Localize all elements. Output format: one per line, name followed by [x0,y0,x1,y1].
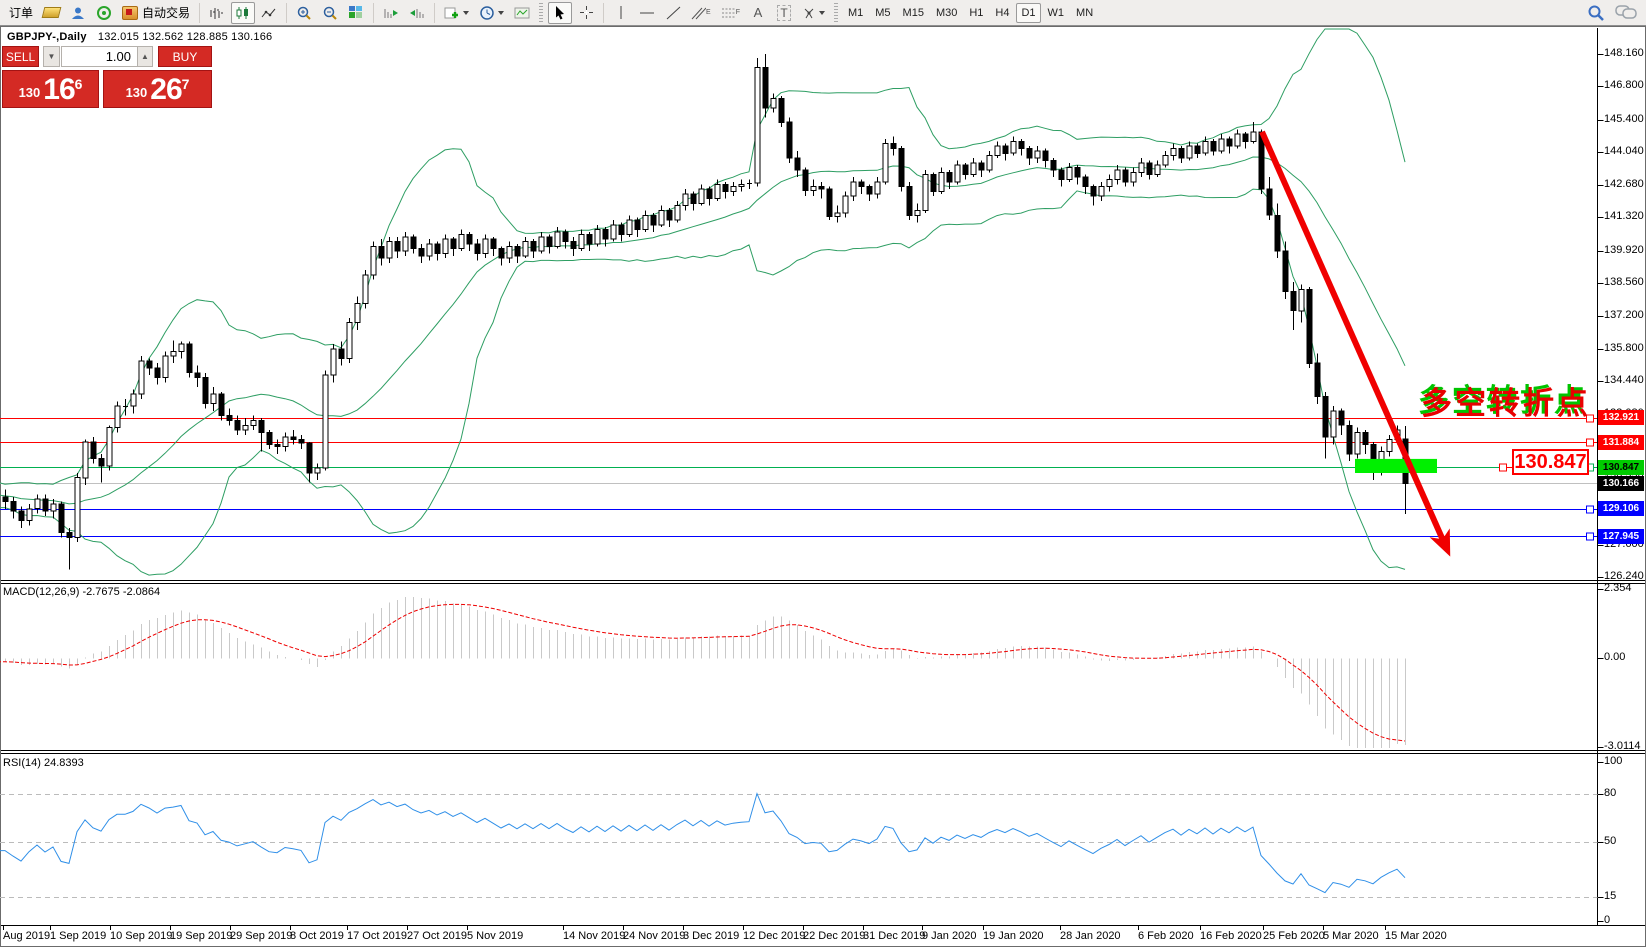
macd-label: MACD(12,26,9) -2.7675 -2.0864 [3,586,160,598]
sell-button-label: SELL [6,50,35,64]
symbol-ohlc: 132.015 132.562 128.885 130.166 [98,31,272,43]
price-tick-label: 134.440 [1604,374,1644,386]
rsi-axis-label: 50 [1604,835,1616,847]
macd-axis-label: 2.354 [1604,582,1632,594]
date-label: 3 Dec 2019 [683,930,739,942]
date-label: 1 Sep 2019 [50,930,106,942]
sell-price-big: 16 [43,75,74,105]
date-label: 8 Oct 2019 [290,930,344,942]
rsi-axis-label: 80 [1604,787,1616,799]
symbol-header: GBPJPY-,Daily 132.015 132.562 128.885 13… [7,31,272,43]
date-label: 19 Jan 2020 [983,930,1044,942]
date-label: 28 Jan 2020 [1060,930,1121,942]
price-tag-130.166: 130.166 [1598,476,1644,491]
price-tick-label: 145.400 [1604,113,1644,125]
price-tick-label: 148.160 [1604,47,1644,59]
price-tag-127.945: 127.945 [1598,529,1644,544]
date-label: 14 Nov 2019 [563,930,625,942]
buy-price-button[interactable]: 130 26 7 [103,70,212,108]
sell-button[interactable]: SELL [2,46,39,67]
price-tick-label: 135.800 [1604,342,1644,354]
volume-input[interactable]: 1.00 [61,46,138,67]
price-chart-canvas[interactable] [0,0,1646,947]
spin-up-icon: ▲ [141,52,149,61]
date-label: 9 Jan 2020 [922,930,976,942]
price-tick-label: 138.560 [1604,276,1644,288]
spin-down-icon: ▼ [48,52,56,61]
date-label: 25 Feb 2020 [1263,930,1325,942]
buy-price-prefix: 130 [126,81,148,105]
rsi-axis-label: 0 [1604,914,1610,926]
date-label: 29 Sep 2019 [230,930,292,942]
price-tick-label: 142.680 [1604,178,1644,190]
volume-increase-button[interactable]: ▲ [137,46,153,67]
pivot-annotation-text[interactable]: 多空转折点 [1421,378,1591,423]
date-label: 22 Dec 2019 [803,930,865,942]
price-tag-131.884: 131.884 [1598,435,1644,450]
rsi-label: RSI(14) 24.8393 [3,757,84,769]
date-label: 19 Sep 2019 [170,930,232,942]
date-label: Aug 2019 [3,930,50,942]
date-label: 12 Dec 2019 [743,930,805,942]
sell-price-prefix: 130 [19,81,41,105]
date-label: 5 Nov 2019 [467,930,523,942]
date-label: 16 Feb 2020 [1200,930,1262,942]
date-label: 6 Feb 2020 [1138,930,1194,942]
sell-price-sup: 6 [75,77,83,91]
price-tick-label: 126.240 [1604,570,1644,582]
sell-price-button[interactable]: 130 16 6 [2,70,99,108]
price-tick-label: 141.320 [1604,210,1644,222]
price-box-annotation[interactable]: 130.847 [1512,449,1589,475]
date-label: 31 Dec 2019 [863,930,925,942]
price-tag-129.106: 129.106 [1598,501,1644,516]
price-tick-label: 146.800 [1604,79,1644,91]
date-label: 5 Mar 2020 [1323,930,1379,942]
mt4-terminal: { "toolbar": { "order_label": "订单", "aut… [0,0,1646,947]
rsi-axis-label: 15 [1604,890,1616,902]
volume-decrease-button[interactable]: ▼ [43,46,60,67]
price-tick-label: 139.920 [1604,244,1644,256]
buy-button-label: BUY [173,50,198,64]
buy-price-sup: 7 [182,77,190,91]
date-label: 10 Sep 2019 [110,930,172,942]
price-tag-132.921: 132.921 [1598,410,1644,425]
macd-axis-label: -3.0114 [1604,740,1641,752]
date-label: 24 Nov 2019 [623,930,685,942]
date-label: 15 Mar 2020 [1385,930,1447,942]
rsi-axis-label: 100 [1604,755,1622,767]
macd-axis-label: 0.00 [1604,651,1625,663]
one-click-trading-panel: SELL ▼ 1.00 ▲ BUY 130 16 6 130 26 7 [2,46,212,108]
date-label: 27 Oct 2019 [407,930,467,942]
date-label: 17 Oct 2019 [347,930,407,942]
symbol-name: GBPJPY-,Daily [7,31,87,43]
buy-price-big: 26 [150,75,181,105]
buy-button[interactable]: BUY [158,46,212,67]
price-tick-label: 144.040 [1604,145,1644,157]
price-tag-130.847: 130.847 [1598,460,1644,475]
price-tick-label: 137.200 [1604,309,1644,321]
